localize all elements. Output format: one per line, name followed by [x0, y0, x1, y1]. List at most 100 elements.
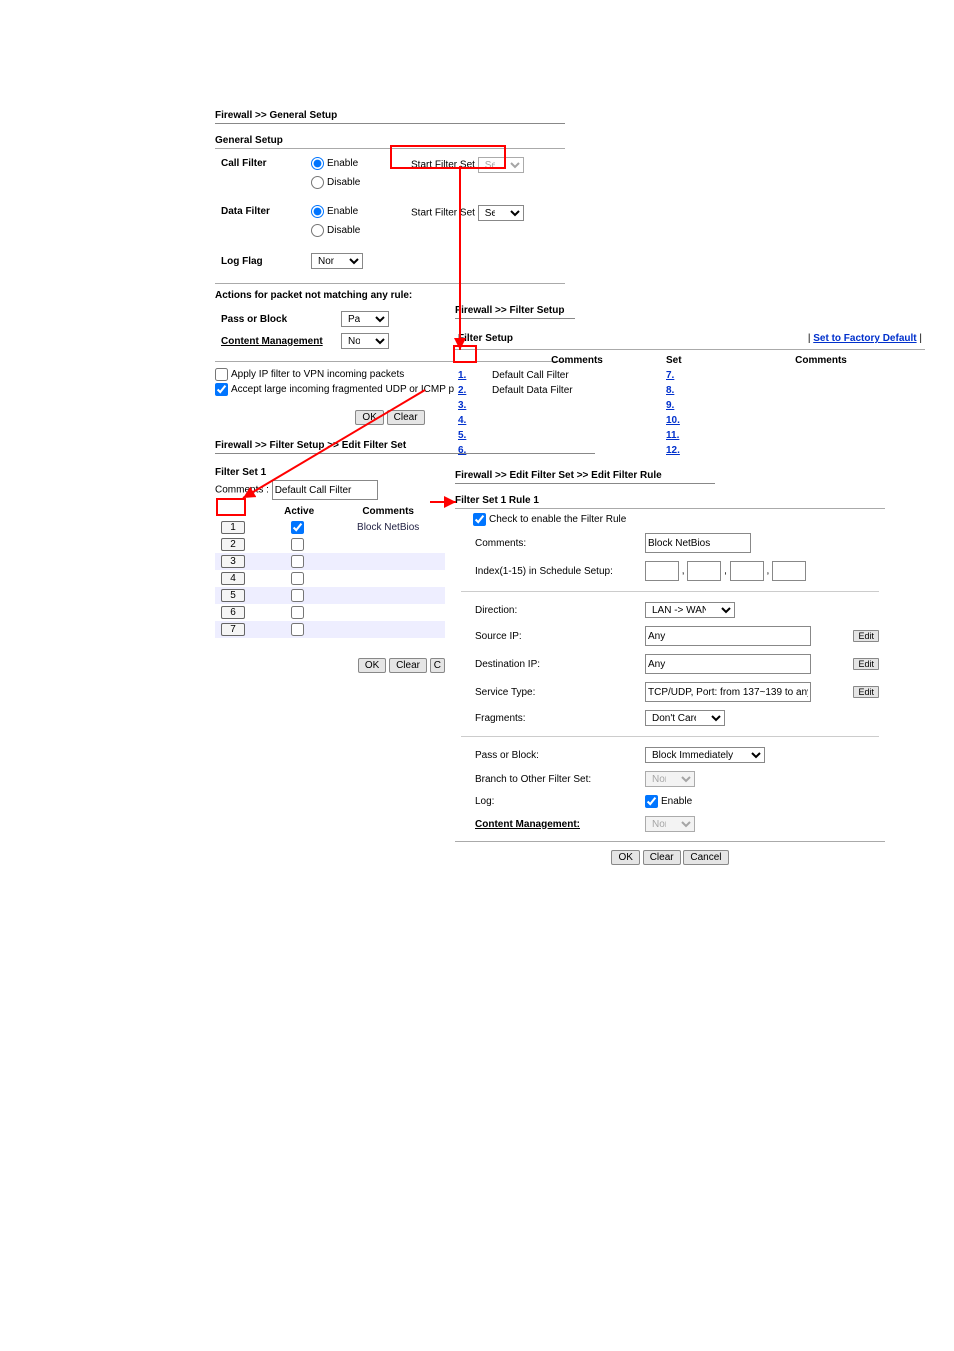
rule-btn-2[interactable]: 2 — [221, 538, 245, 551]
source-ip-label: Source IP: — [457, 623, 639, 649]
rule-active-7[interactable] — [291, 623, 304, 636]
rule-row-6: 6 — [215, 604, 445, 621]
start-filter-set-label: Start Filter Set — [411, 160, 475, 171]
branch-select[interactable]: None — [645, 771, 695, 787]
rule-content-mgmt-select[interactable]: None — [645, 816, 695, 832]
dest-ip-label: Destination IP: — [457, 651, 639, 677]
schedule-idx-2[interactable] — [687, 561, 721, 581]
breadcrumb-edit-filter-set: Firewall >> Filter Setup >> Edit Filter … — [215, 440, 595, 451]
enable-rule-checkbox[interactable]: Check to enable the Filter Rule — [473, 514, 626, 525]
filter-set-title: Filter Set 1 — [215, 467, 445, 478]
service-type-edit-button[interactable]: Edit — [853, 686, 879, 698]
rule-active-5[interactable] — [291, 589, 304, 602]
content-mgmt-label[interactable]: Content Management — [221, 336, 323, 347]
service-type-input[interactable] — [645, 682, 811, 702]
rule-row-3: 3 — [215, 553, 445, 570]
rule-row-1: 1 Block NetBios — [215, 519, 445, 536]
rule-btn-7[interactable]: 7 — [221, 623, 245, 636]
rule-comment-1: Block NetBios — [331, 519, 445, 536]
set-comment-2: Default Data Filter — [491, 384, 663, 397]
schedule-index-label: Index(1-15) in Schedule Setup: — [457, 558, 639, 584]
pass-or-block-select[interactable]: Pass — [341, 311, 389, 327]
rule-btn-4[interactable]: 4 — [221, 572, 245, 585]
set-link-9[interactable]: 9. — [666, 400, 674, 411]
breadcrumb-general: Firewall >> General Setup — [215, 110, 565, 121]
data-filter-enable-option[interactable]: Enable — [311, 206, 358, 217]
log-flag-label: Log Flag — [221, 256, 263, 267]
filterset-ok-button[interactable]: OK — [358, 658, 386, 673]
filterset-clear-button[interactable]: Clear — [389, 658, 427, 673]
set-factory-default-link[interactable]: Set to Factory Default — [813, 333, 916, 344]
general-setup-title: General Setup — [215, 135, 565, 146]
rule-btn-3[interactable]: 3 — [221, 555, 245, 568]
rule-active-3[interactable] — [291, 555, 304, 568]
set-link-10[interactable]: 10. — [666, 415, 680, 426]
service-type-label: Service Type: — [457, 679, 639, 705]
source-ip-edit-button[interactable]: Edit — [853, 630, 879, 642]
set-link-3[interactable]: 3. — [458, 400, 466, 411]
rule-comments-input[interactable] — [645, 533, 751, 553]
set-comment-1: Default Call Filter — [491, 369, 663, 382]
schedule-idx-3[interactable] — [730, 561, 764, 581]
general-ok-button[interactable]: OK — [355, 410, 383, 425]
schedule-idx-1[interactable] — [645, 561, 679, 581]
call-filter-enable-option[interactable]: Enable — [311, 158, 358, 169]
rule-content-mgmt-label[interactable]: Content Management: — [475, 819, 580, 830]
rule-btn-6[interactable]: 6 — [221, 606, 245, 619]
call-filter-disable-option[interactable]: Disable — [311, 177, 360, 188]
breadcrumb-filter-setup: Firewall >> Filter Setup — [455, 305, 605, 316]
filter-setup-title: Filter Setup — [457, 332, 610, 345]
rule-cancel-button[interactable]: Cancel — [683, 850, 728, 865]
accept-frag-checkbox[interactable]: Accept large incoming fragmented UDP or … — [215, 384, 454, 395]
rule-clear-button[interactable]: Clear — [643, 850, 681, 865]
set-link-2[interactable]: 2. — [458, 385, 466, 396]
branch-label: Branch to Other Filter Set: — [457, 768, 639, 790]
rule-log-label: Log: — [457, 792, 639, 811]
source-ip-input[interactable] — [645, 626, 811, 646]
set-link-1[interactable]: 1. — [458, 370, 466, 381]
rule-pass-block-label: Pass or Block: — [457, 744, 639, 766]
rule-row-4: 4 — [215, 570, 445, 587]
filterset-comments-input[interactable] — [272, 480, 378, 500]
set-link-7[interactable]: 7. — [666, 370, 674, 381]
call-filter-label: Call Filter — [221, 158, 267, 169]
actions-label: Actions for packet not matching any rule… — [215, 290, 565, 301]
rule-pass-block-select[interactable]: Block Immediately — [645, 747, 765, 763]
comments-header2: Comments — [719, 354, 923, 367]
start-filter-set1-select[interactable]: Set#1 — [478, 157, 524, 173]
apply-vpn-checkbox[interactable]: Apply IP filter to VPN incoming packets — [215, 369, 404, 380]
schedule-idx-4[interactable] — [772, 561, 806, 581]
content-mgmt-select[interactable]: None — [341, 333, 389, 349]
data-filter-disable-option[interactable]: Disable — [311, 225, 360, 236]
rule-log-enable[interactable]: Enable — [645, 796, 692, 807]
rule-row-2: 2 — [215, 536, 445, 553]
rule-active-2[interactable] — [291, 538, 304, 551]
rule-active-6[interactable] — [291, 606, 304, 619]
set-link-12[interactable]: 12. — [666, 445, 680, 456]
filterset-cancel-button[interactable]: C — [430, 658, 445, 673]
start-filter-set2-select[interactable]: Set#2 — [478, 205, 524, 221]
log-flag-select[interactable]: None — [311, 253, 363, 269]
general-clear-button[interactable]: Clear — [387, 410, 425, 425]
rule-active-4[interactable] — [291, 572, 304, 585]
filterset-comments-label: Comments : — [215, 485, 269, 496]
rule-row-5: 5 — [215, 587, 445, 604]
direction-select[interactable]: LAN -> WAN — [645, 602, 735, 618]
start-filter-set2-label: Start Filter Set — [411, 208, 475, 219]
set-link-4[interactable]: 4. — [458, 415, 466, 426]
direction-label: Direction: — [457, 599, 639, 621]
fragments-select[interactable]: Don't Care — [645, 710, 725, 726]
pass-or-block-label: Pass or Block — [221, 314, 287, 325]
rule-ok-button[interactable]: OK — [611, 850, 639, 865]
set-link-8[interactable]: 8. — [666, 385, 674, 396]
rule-comments-label: Comments: — [457, 530, 639, 556]
rule-btn-1[interactable]: 1 — [221, 521, 245, 534]
set-link-11[interactable]: 11. — [666, 430, 679, 441]
dest-ip-input[interactable] — [645, 654, 811, 674]
rule-active-1[interactable] — [291, 521, 304, 534]
rule-btn-5[interactable]: 5 — [221, 589, 245, 602]
fragments-label: Fragments: — [457, 707, 639, 729]
set-header: Set — [665, 354, 717, 367]
dest-ip-edit-button[interactable]: Edit — [853, 658, 879, 670]
breadcrumb-edit-filter-rule: Firewall >> Edit Filter Set >> Edit Filt… — [455, 470, 715, 481]
